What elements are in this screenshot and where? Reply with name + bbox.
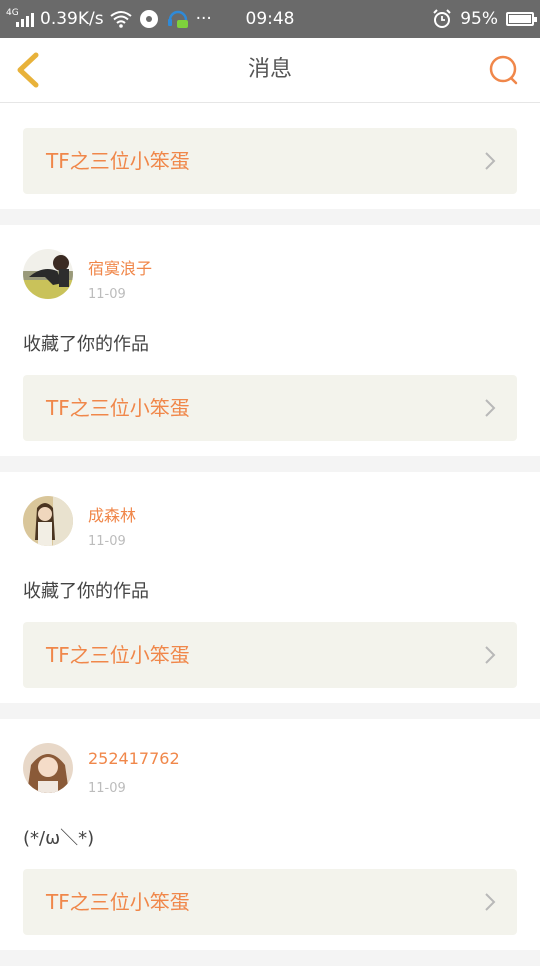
list-item: 252417762 11-09 (*/ω＼*) TF之三位小笨蛋	[0, 719, 540, 950]
work-title: TF之三位小笨蛋	[46, 149, 190, 173]
work-link[interactable]: TF之三位小笨蛋	[23, 622, 517, 688]
work-link[interactable]: TF之三位小笨蛋	[23, 869, 517, 935]
header: 消息	[0, 38, 540, 103]
search-icon	[489, 55, 518, 85]
avatar[interactable]	[23, 249, 73, 299]
message-date: 11-09	[88, 534, 126, 549]
chevron-right-icon	[485, 152, 496, 170]
user-name[interactable]: 成森林	[88, 502, 136, 526]
message-list[interactable]: TF之三位小笨蛋 宿寞浪子 11-09 收藏了你的作品 TF之三位小笨蛋 成森林…	[0, 103, 540, 966]
search-button[interactable]	[488, 54, 520, 86]
battery-icon	[506, 12, 537, 26]
work-link[interactable]: TF之三位小笨蛋	[23, 375, 517, 441]
message-text: (*/ω＼*)	[23, 828, 95, 849]
chevron-right-icon	[485, 893, 496, 911]
message-date: 11-09	[88, 287, 126, 302]
avatar[interactable]	[23, 743, 73, 793]
list-item: 宿寞浪子 11-09 收藏了你的作品 TF之三位小笨蛋	[0, 225, 540, 456]
chevron-right-icon	[485, 646, 496, 664]
list-item: 成森林 11-09 收藏了你的作品 TF之三位小笨蛋	[0, 472, 540, 703]
chevron-right-icon	[485, 399, 496, 417]
message-text: 收藏了你的作品	[23, 581, 149, 602]
message-text: 收藏了你的作品	[23, 334, 149, 355]
work-title: TF之三位小笨蛋	[46, 396, 190, 420]
status-right: 95%	[432, 0, 537, 38]
status-bar: 4G 0.39K/s ··· 09:48 95%	[0, 0, 540, 38]
work-title: TF之三位小笨蛋	[46, 890, 190, 914]
work-link[interactable]: TF之三位小笨蛋	[23, 128, 517, 194]
battery-percent: 95%	[460, 9, 498, 29]
list-item: TF之三位小笨蛋	[0, 103, 540, 209]
avatar[interactable]	[23, 496, 73, 546]
work-title: TF之三位小笨蛋	[46, 643, 190, 667]
page-title: 消息	[247, 57, 292, 82]
alarm-icon	[433, 9, 451, 28]
message-date: 11-09	[88, 781, 126, 796]
user-name[interactable]: 252417762	[88, 749, 180, 768]
user-name[interactable]: 宿寞浪子	[88, 255, 152, 279]
